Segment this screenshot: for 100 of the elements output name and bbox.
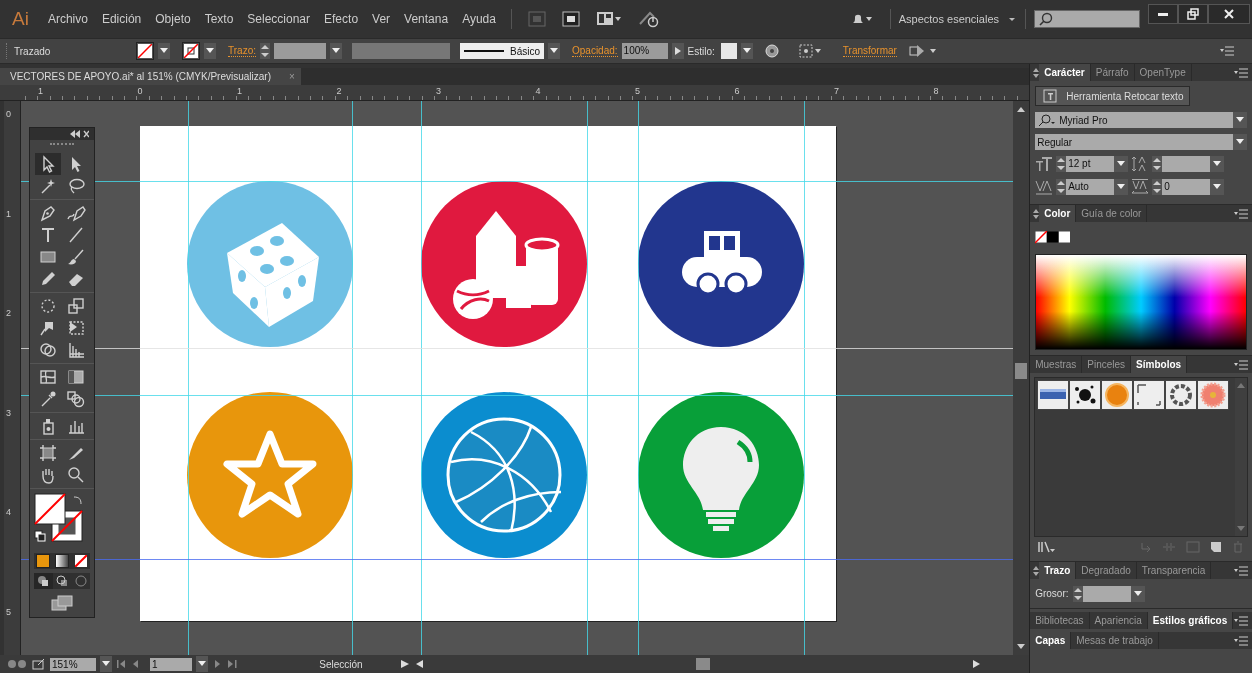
font-size-field[interactable]: 12 pt	[1066, 156, 1115, 172]
opacity-field[interactable]: 100%	[621, 43, 668, 59]
tracking-field[interactable]: 0	[1162, 179, 1211, 195]
panel-tab[interactable]: OpenType	[1134, 64, 1192, 81]
banner-symbol-icon[interactable]	[1037, 380, 1070, 410]
zoom-field[interactable]: 151%	[50, 657, 96, 671]
artboard-number-field[interactable]: 1	[150, 657, 192, 671]
spinner-arrows-icon[interactable]	[1072, 585, 1083, 602]
collapse-icon[interactable]	[69, 130, 89, 138]
ruler-label: 0	[137, 86, 143, 96]
scroll-right-icon[interactable]	[972, 659, 982, 669]
glasses-icon[interactable]	[6, 658, 28, 670]
menu-item[interactable]: Texto	[197, 12, 241, 26]
weight-label: Grosor:	[1035, 588, 1069, 599]
menu-item[interactable]: Archivo	[40, 12, 95, 26]
menu-item[interactable]: Ver	[365, 12, 398, 26]
stroke-weight-field[interactable]	[1082, 585, 1131, 602]
menu-item[interactable]: Edición	[94, 12, 149, 26]
panel-tab[interactable]: Mesas de trabajo	[1071, 632, 1159, 649]
kerning-field[interactable]: Auto	[1066, 179, 1115, 195]
panel-tab[interactable]: Símbolos	[1131, 356, 1188, 373]
panel-tab[interactable]: Apariencia	[1089, 612, 1148, 629]
spinner-arrows-icon[interactable]	[1152, 179, 1163, 195]
spinner-arrows-icon[interactable]	[259, 43, 270, 59]
flower-symbol-icon[interactable]	[1197, 380, 1230, 410]
fill-swatch[interactable]	[136, 42, 154, 60]
transform-link[interactable]: Transformar	[842, 45, 897, 57]
panel-tab[interactable]: Capas	[1030, 632, 1072, 649]
panel-tab[interactable]: Transparencia	[1136, 562, 1212, 579]
scroll-down-icon[interactable]	[1016, 643, 1027, 651]
style-swatch[interactable]	[720, 43, 737, 59]
panel-tab[interactable]: Trazo	[1039, 562, 1077, 579]
panel-menu-icon[interactable]	[1234, 615, 1248, 626]
new-symbol-icon[interactable]	[1210, 541, 1222, 553]
ruler-label: 5	[6, 607, 11, 617]
panel-tab[interactable]: Muestras	[1030, 356, 1083, 373]
frame-corners-icon[interactable]	[1133, 380, 1166, 410]
play-arrow-icon[interactable]	[400, 659, 410, 669]
ruler-label: 1	[6, 208, 11, 219]
ruler-label: 8	[933, 86, 939, 96]
brush-definition-field[interactable]: Básico	[459, 43, 544, 59]
orb-symbol-icon[interactable]	[1101, 380, 1134, 410]
font-family-field[interactable]: Myriad Pro	[1035, 112, 1233, 128]
ink-splatter-icon[interactable]	[1069, 380, 1102, 410]
expand-collapse-icon[interactable]	[1030, 208, 1040, 219]
close-button[interactable]	[1208, 4, 1250, 24]
stroke-link[interactable]: Trazo:	[228, 45, 256, 57]
search-icon	[1039, 12, 1053, 26]
minimize-button[interactable]	[1148, 4, 1178, 24]
restore-button[interactable]	[1178, 4, 1208, 24]
color-spectrum[interactable]	[1035, 253, 1247, 350]
panel-tab[interactable]: Guía de color	[1076, 205, 1148, 222]
tracking-icon	[1131, 178, 1150, 196]
gradient-mode-button[interactable]	[52, 553, 72, 569]
spinner-arrows-icon[interactable]	[1056, 179, 1067, 195]
panel-menu-icon[interactable]	[1234, 635, 1248, 646]
scrollbar-thumb[interactable]	[1015, 363, 1028, 379]
stroke-swatch[interactable]	[182, 42, 200, 60]
panel-tab[interactable]: Estilos gráficos	[1147, 612, 1234, 629]
scroll-up-icon[interactable]	[1016, 105, 1027, 113]
leading-field[interactable]	[1162, 156, 1211, 172]
scrollbar-thumb[interactable]	[696, 658, 710, 670]
scroll-left-icon[interactable]	[414, 659, 424, 669]
document-tab[interactable]: VECTORES DE APOYO.ai* al 151% (CMYK/Previsualizar) ×	[0, 68, 301, 85]
panel-menu-icon[interactable]	[1234, 67, 1248, 78]
touch-type-button[interactable]: Herramienta Retocar texto	[1035, 86, 1191, 106]
panel-tab[interactable]: Bibliotecas	[1030, 612, 1090, 629]
spinner-arrows-icon[interactable]	[1056, 156, 1067, 172]
color-mode-button[interactable]	[34, 553, 53, 569]
panel-menu-icon[interactable]	[1234, 359, 1248, 370]
close-tab-button[interactable]: ×	[289, 71, 295, 82]
variable-width-field[interactable]	[351, 43, 450, 59]
panel-tab[interactable]: Degradado	[1076, 562, 1137, 579]
default-swatches[interactable]	[1035, 231, 1072, 244]
menu-item[interactable]: Objeto	[148, 12, 198, 26]
ring-symbol-icon[interactable]	[1165, 380, 1198, 410]
ruler-label: 2	[336, 86, 342, 96]
menu-item[interactable]: Efecto	[317, 12, 366, 26]
menu-item[interactable]: Ventana	[397, 12, 456, 26]
tool-button[interactable]	[35, 153, 61, 175]
search-field[interactable]	[1034, 10, 1140, 28]
screen-mode-icon[interactable]	[51, 595, 73, 611]
panel-tab[interactable]: Párrafo	[1090, 64, 1135, 81]
selection-type-label: Trazado	[14, 45, 52, 57]
symbol-library-icon[interactable]	[1038, 541, 1057, 553]
expand-collapse-icon[interactable]	[1030, 67, 1040, 78]
opacity-link[interactable]: Opacidad:	[572, 45, 618, 57]
font-style-field[interactable]: Regular	[1035, 134, 1233, 150]
expand-collapse-icon[interactable]	[1030, 565, 1040, 576]
panel-tab[interactable]: Color	[1039, 205, 1077, 222]
stroke-weight-field[interactable]	[273, 43, 326, 59]
draw-normal-icon[interactable]	[34, 573, 53, 589]
workspace-switcher[interactable]: Aspectos esenciales	[898, 13, 1017, 25]
share-icon[interactable]	[32, 658, 46, 670]
spinner-arrows-icon[interactable]	[1152, 156, 1163, 172]
menu-item[interactable]: Ayuda	[455, 12, 503, 26]
menu-item[interactable]: Seleccionar	[240, 12, 318, 26]
panel-tab[interactable]: Carácter	[1039, 64, 1091, 81]
panel-menu-icon[interactable]	[1234, 208, 1248, 219]
panel-menu-icon[interactable]	[1234, 565, 1248, 576]
